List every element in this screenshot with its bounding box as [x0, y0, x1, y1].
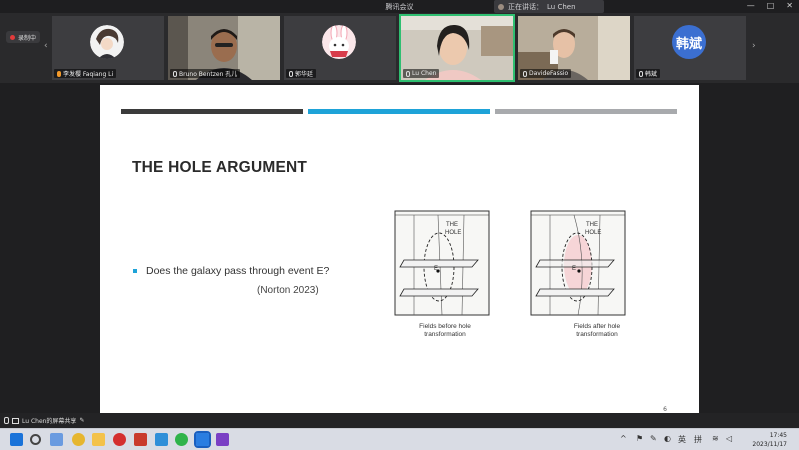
window-title: 腾讯会议 [385, 3, 414, 11]
participant-strip: 录制中 ‹ 李发樱 Faqiang Li Bruno Bentzen 孔儿 郭华… [0, 13, 799, 83]
figure-before-label-e: E [434, 266, 439, 272]
participant-name-tag: 李发樱 Faqiang Li [54, 69, 117, 78]
participant-tile[interactable]: 李发樱 Faqiang Li [52, 16, 164, 80]
mic-icon [4, 417, 9, 424]
file-explorer-icon[interactable] [92, 433, 105, 446]
ime-lang[interactable]: 英 [678, 434, 686, 445]
screen-share-indicator[interactable]: Lu Chen的屏幕共享 ✎ [4, 416, 84, 425]
slide-accent-bar-blue [308, 109, 490, 114]
speaking-name: Lu Chen [547, 2, 576, 11]
slide-page-number: 6 [663, 406, 667, 413]
ime-mode[interactable]: 拼 [694, 434, 702, 445]
wifi-icon[interactable]: ≋ [712, 434, 719, 443]
tray-app2-icon[interactable]: ◐ [664, 434, 671, 443]
minimize-button[interactable]: — [747, 1, 755, 10]
bullet-text: Does the galaxy pass through event E? [146, 265, 330, 277]
presentation-slide: THE HOLE ARGUMENT Does the galaxy pass t… [100, 85, 699, 423]
volume-icon[interactable]: ◁ [726, 434, 732, 443]
mic-icon [523, 70, 527, 77]
screen-share-label: Lu Chen的屏幕共享 [22, 418, 77, 425]
mic-icon [173, 70, 177, 77]
slide-title: THE HOLE ARGUMENT [132, 159, 308, 176]
mic-icon [406, 70, 410, 77]
participant-tile[interactable]: Bruno Bentzen 孔儿 [168, 16, 280, 80]
figure-after-label-hole: HOLE [585, 230, 602, 236]
system-clock[interactable]: 17:45 2023/11/17 [752, 431, 787, 449]
participant-tile-active[interactable]: Lu Chen [399, 14, 515, 82]
bullet-square-icon [133, 269, 137, 273]
clock-date: 2023/11/17 [752, 441, 787, 448]
slide-bullet: Does the galaxy pass through event E? [133, 265, 329, 277]
slide-accent-bar-gray [495, 109, 677, 114]
windows-taskbar: ^ ⚑ ✎ ◐ 英 拼 ≋ ◁ 17:45 2023/11/17 [0, 428, 799, 450]
maximize-button[interactable]: □ [767, 1, 775, 10]
participant-name-tag: Lu Chen [403, 69, 440, 78]
meeting-window: 腾讯会议 正在讲话： Lu Chen — □ ✕ 录制中 ‹ 李发樱 Faqia… [0, 0, 799, 450]
figure-before-label-hole: HOLE [445, 230, 462, 236]
figure-after-label-the: THE [586, 222, 598, 228]
recording-badge[interactable]: 录制中 [6, 31, 41, 43]
participant-tile[interactable]: DavideFassio [518, 16, 630, 80]
pencil-icon[interactable]: ✎ [79, 417, 84, 424]
powerpoint-red-icon[interactable] [134, 433, 147, 446]
figure-before-caption: Fields before hole transformation [419, 323, 471, 338]
figure-after-label-e: E [572, 266, 577, 272]
chrome-icon[interactable] [72, 433, 85, 446]
strip-prev-arrow-icon[interactable]: ‹ [44, 41, 52, 53]
tencent-meeting-icon[interactable] [194, 431, 211, 448]
start-menu-icon[interactable] [10, 433, 23, 446]
recording-dot-icon [10, 34, 15, 40]
onenote-icon[interactable] [216, 433, 229, 446]
participant-name-tag: 韩斌 [636, 69, 661, 78]
hole-figure-before [394, 210, 490, 316]
slide-accent-bar-dark [121, 109, 303, 114]
participant-avatar [322, 25, 356, 59]
mic-icon [639, 70, 643, 77]
recording-label: 录制中 [18, 34, 37, 42]
screen-share-bar: Lu Chen的屏幕共享 ✎ [0, 413, 799, 428]
clock-time: 17:45 [769, 432, 787, 439]
participant-avatar: 韩斌 [672, 25, 706, 59]
shared-screen-stage: THE HOLE ARGUMENT Does the galaxy pass t… [0, 83, 799, 423]
mic-icon [289, 70, 293, 77]
close-button[interactable]: ✕ [786, 1, 793, 10]
participant-name-tag: DavideFassio [520, 69, 572, 78]
speaking-indicator: 正在讲话： Lu Chen [494, 0, 604, 13]
tray-app-icon[interactable]: ⚑ [636, 434, 643, 443]
figure-before-label-the: THE [446, 222, 458, 228]
slide-citation: (Norton 2023) [257, 285, 319, 296]
participant-tile[interactable]: 郭华廷 [284, 16, 396, 80]
figure-after-caption: Fields after hole transformation [573, 323, 621, 338]
title-bar: 腾讯会议 正在讲话： Lu Chen — □ ✕ [0, 0, 799, 13]
participant-name-tag: 郭华廷 [286, 69, 317, 78]
participant-avatar [90, 25, 124, 59]
wechat-icon[interactable] [175, 433, 188, 446]
strip-next-arrow-icon[interactable]: › [752, 41, 760, 53]
screen-icon [12, 417, 19, 424]
app-blue-icon[interactable] [155, 433, 168, 446]
participant-tile[interactable]: 韩斌 韩斌 [634, 16, 746, 80]
speaker-avatar [498, 3, 504, 10]
search-icon[interactable] [30, 434, 41, 445]
netease-music-icon[interactable] [113, 433, 126, 446]
window-controls: — □ ✕ [747, 1, 793, 10]
participant-name-tag: Bruno Bentzen 孔儿 [170, 69, 241, 78]
tray-expand-icon[interactable]: ^ [620, 434, 627, 443]
hole-figure-after [530, 210, 626, 316]
mic-icon [57, 70, 61, 77]
speaking-label: 正在讲话： [508, 2, 543, 11]
tray-pen-icon[interactable]: ✎ [650, 434, 657, 443]
task-view-icon[interactable] [50, 433, 63, 446]
